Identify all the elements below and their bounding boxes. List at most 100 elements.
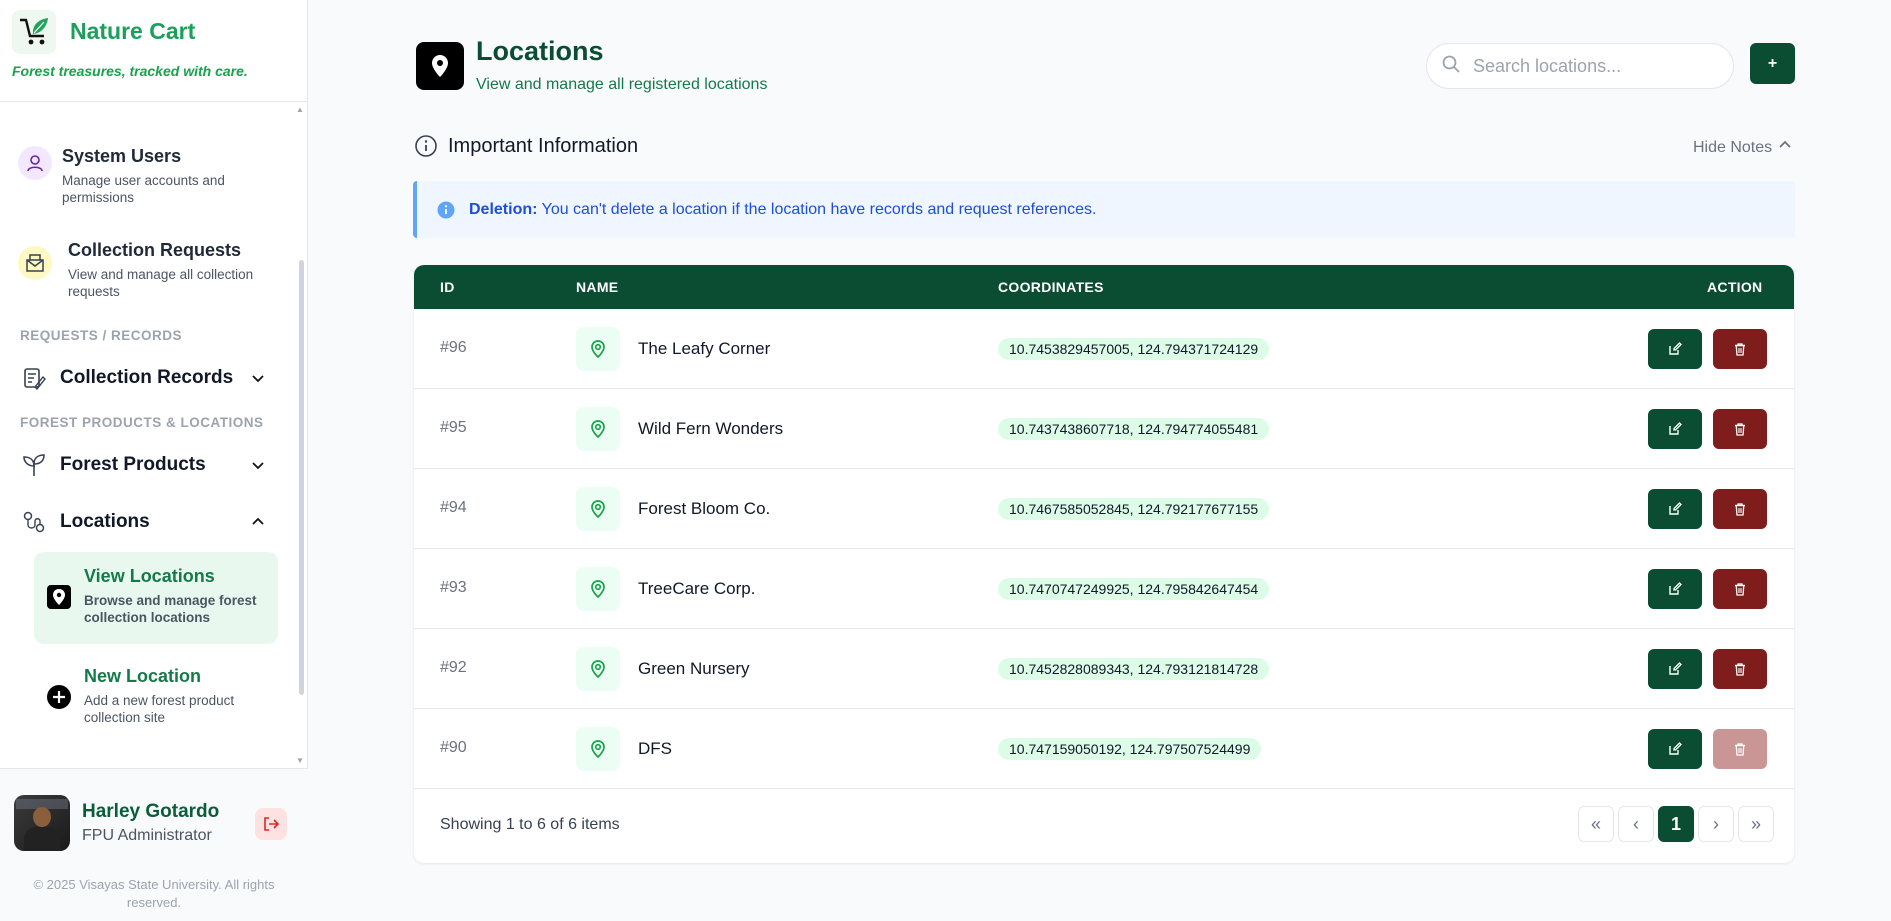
sidebar-item-collection-requests[interactable]: Collection Requests View and manage all … [18, 240, 258, 300]
pagination: « ‹ 1 › » [1574, 806, 1774, 842]
search-input[interactable] [1473, 55, 1713, 77]
user-icon [18, 146, 52, 180]
chevron-up-icon [1778, 138, 1792, 157]
edit-button[interactable] [1648, 729, 1702, 769]
location-name: DFS [638, 739, 672, 758]
location-id: #93 [440, 579, 467, 596]
edit-icon [1669, 662, 1682, 675]
locations-table: ID NAME COORDINATES ACTION #96 The Leafy … [414, 265, 1794, 863]
table-row: #95 Wild Fern Wonders 10.7437438607718, 12… [414, 389, 1794, 469]
sidebar-item-title: Collection Requests [68, 240, 242, 260]
table-row: #96 The Leafy Corner 10.7453829457005, 124… [414, 309, 1794, 389]
delete-button[interactable] [1713, 329, 1767, 369]
edit-button[interactable] [1648, 329, 1702, 369]
location-id: #95 [440, 419, 467, 436]
coordinates-badge: 10.7467585052845, 124.792177677155 [998, 498, 1270, 520]
delete-button[interactable] [1713, 569, 1767, 609]
location-name: Wild Fern Wonders [638, 419, 784, 438]
map-pin-icon [576, 327, 620, 371]
column-header-action: ACTION [1707, 279, 1763, 295]
last-page-button[interactable]: » [1738, 806, 1774, 842]
user-name: Harley Gotardo [82, 801, 220, 822]
table-body: #96 The Leafy Corner 10.7453829457005, 124… [414, 309, 1794, 789]
sidebar-group-label: Collection Records [60, 367, 234, 388]
logout-button[interactable] [255, 808, 287, 840]
sidebar: Nature Cart Forest treasures, tracked wi… [0, 0, 308, 921]
sidebar-group-forest-products[interactable]: Forest Products [20, 451, 268, 479]
info-heading: Important Information [448, 134, 639, 157]
logout-icon [264, 817, 280, 831]
next-page-button[interactable]: › [1698, 806, 1734, 842]
edit-button[interactable] [1648, 409, 1702, 449]
first-page-button[interactable]: « [1578, 806, 1614, 842]
coordinates-badge: 10.7453829457005, 124.794371724129 [998, 338, 1270, 360]
sidebar-group-collection-records[interactable]: Collection Records [20, 364, 268, 392]
delete-button[interactable] [1713, 489, 1767, 529]
clipboard-edit-icon [20, 364, 48, 392]
page-button-current[interactable]: 1 [1658, 806, 1694, 842]
pagination-summary: Showing 1 to 6 of 6 items [440, 816, 620, 833]
search-icon [1441, 54, 1461, 79]
sidebar-item-desc: View and manage all collection requests [68, 267, 254, 299]
sidebar-group-label: Forest Products [60, 454, 206, 475]
info-circle-icon [415, 135, 437, 157]
sprout-icon [20, 451, 48, 479]
avatar [14, 795, 70, 851]
scroll-down-arrow-icon[interactable]: ▼ [296, 756, 304, 765]
page-subtitle: View and manage all registered locations [476, 76, 768, 93]
map-pin-icon [576, 567, 620, 611]
sidebar-item-view-locations[interactable]: View Locations Browse and manage forest … [34, 552, 278, 644]
prev-page-button[interactable]: ‹ [1618, 806, 1654, 842]
trash-icon [1735, 583, 1745, 596]
trash-icon [1735, 663, 1745, 676]
scroll-up-arrow-icon[interactable]: ▲ [296, 105, 304, 114]
sidebar-item-system-users[interactable]: System Users Manage user accounts and pe… [18, 146, 252, 206]
table-row: #93 TreeCare Corp. 10.7470747249925, 124.7… [414, 549, 1794, 629]
sidebar-subitem-desc: Add a new forest product collection site [84, 693, 235, 725]
copyright-text: © 2025 Visayas State University. All rig… [33, 877, 275, 910]
notice-label: Deletion: [469, 200, 538, 218]
map-pin-icon [46, 584, 72, 610]
sidebar-item-new-location[interactable]: New Location Add a new forest product co… [34, 652, 278, 744]
column-header-coordinates: COORDINATES [998, 279, 1104, 295]
location-name: Forest Bloom Co. [638, 499, 771, 518]
location-id: #92 [440, 659, 467, 676]
delete-button [1713, 729, 1767, 769]
delete-button[interactable] [1713, 409, 1767, 449]
table-header: ID NAME COORDINATES ACTION [414, 265, 1794, 309]
trash-icon [1735, 503, 1745, 516]
search-box[interactable] [1426, 43, 1734, 89]
trash-icon [1735, 343, 1745, 356]
page-title: Locations [476, 36, 604, 66]
edit-button[interactable] [1648, 649, 1702, 689]
delete-button[interactable] [1713, 649, 1767, 689]
edit-icon [1669, 582, 1682, 595]
hide-notes-toggle[interactable]: Hide Notes [1693, 138, 1792, 157]
table-row: #92 Green Nursery 10.7452828089343, 124.79… [414, 629, 1794, 709]
edit-button[interactable] [1648, 569, 1702, 609]
table-row: #90 DFS 10.747159050192, 124.797507524499 [414, 709, 1794, 789]
sidebar-item-desc: Manage user accounts and permissions [62, 173, 225, 205]
map-pin-icon [576, 487, 620, 531]
sidebar-group-label: Locations [60, 511, 150, 532]
location-pin-icon [416, 42, 464, 90]
brand-name: Nature Cart [70, 18, 196, 44]
edit-button[interactable] [1648, 489, 1702, 529]
deletion-notice: Deletion: You can't delete a location if… [413, 181, 1795, 238]
map-pin-icon [576, 407, 620, 451]
main-content: Locations View and manage all registered… [308, 0, 1891, 921]
user-role: FPU Administrator [82, 827, 212, 844]
section-label-requests-records: REQUESTS / RECORDS [20, 328, 183, 343]
edit-icon [1669, 502, 1682, 515]
sidebar-scrollbar-thumb[interactable] [299, 260, 304, 695]
sidebar-group-locations[interactable]: Locations [20, 508, 268, 536]
coordinates-badge: 10.747159050192, 124.797507524499 [998, 738, 1262, 760]
notice-body: You can't delete a location if the locat… [541, 200, 1097, 218]
add-location-button[interactable]: + [1750, 43, 1795, 84]
brand-header: Nature Cart Forest treasures, tracked wi… [0, 0, 307, 102]
location-id: #94 [440, 499, 467, 516]
info-header: Important Information [414, 134, 638, 158]
trash-icon [1735, 423, 1745, 436]
sidebar-item-title: System Users [62, 146, 182, 166]
trash-icon [1735, 743, 1745, 756]
